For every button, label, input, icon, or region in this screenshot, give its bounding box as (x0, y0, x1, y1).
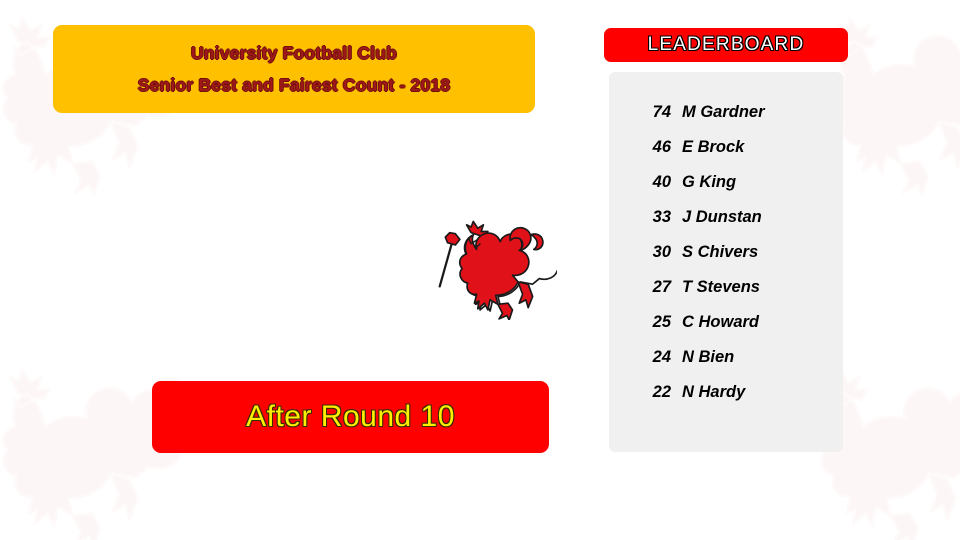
leader-score: 24 (652, 348, 671, 366)
list-item: 40 G King (609, 173, 843, 208)
slide-canvas: University Football Club Senior Best and… (0, 0, 960, 540)
leader-name: J Dunstan (682, 208, 762, 226)
list-item: 46 E Brock (609, 138, 843, 173)
leader-score: 40 (652, 173, 671, 191)
club-name-heading: University Football Club (190, 42, 398, 63)
leader-name: E Brock (682, 138, 745, 156)
leader-name: N Hardy (682, 383, 746, 401)
after-round-label: After Round 10 (246, 400, 455, 433)
leaderboard-title: LEADERBOARD (647, 34, 805, 55)
leader-score: 33 (652, 208, 671, 226)
list-item: 30 S Chivers (609, 243, 843, 278)
leader-score: 22 (652, 383, 671, 401)
leader-name: M Gardner (682, 103, 765, 121)
leaderboard-list: 74 M Gardner 46 E Brock 40 G King 33 J D… (609, 103, 843, 418)
leader-name: G King (682, 173, 737, 191)
leader-name: T Stevens (682, 278, 760, 296)
heraldic-lion-logo-icon (412, 208, 557, 320)
leader-score: 30 (652, 243, 671, 261)
list-item: 22 N Hardy (609, 383, 843, 418)
leader-score: 74 (652, 103, 671, 121)
leader-name: N Bien (682, 348, 735, 366)
list-item: 27 T Stevens (609, 278, 843, 313)
list-item: 33 J Dunstan (609, 208, 843, 243)
leader-name: C Howard (682, 313, 760, 331)
leaderboard-panel: 74 M Gardner 46 E Brock 40 G King 33 J D… (609, 72, 843, 452)
list-item: 25 C Howard (609, 313, 843, 348)
leader-score: 25 (652, 313, 671, 331)
leaderboard-banner: LEADERBOARD (604, 28, 848, 62)
leader-score: 27 (652, 278, 671, 296)
title-card: University Football Club Senior Best and… (53, 25, 535, 113)
after-round-button[interactable]: After Round 10 (152, 381, 549, 453)
event-subtitle: Senior Best and Fairest Count - 2018 (137, 74, 451, 95)
list-item: 74 M Gardner (609, 103, 843, 138)
leader-score: 46 (652, 138, 671, 156)
list-item: 24 N Bien (609, 348, 843, 383)
leader-name: S Chivers (682, 243, 759, 261)
